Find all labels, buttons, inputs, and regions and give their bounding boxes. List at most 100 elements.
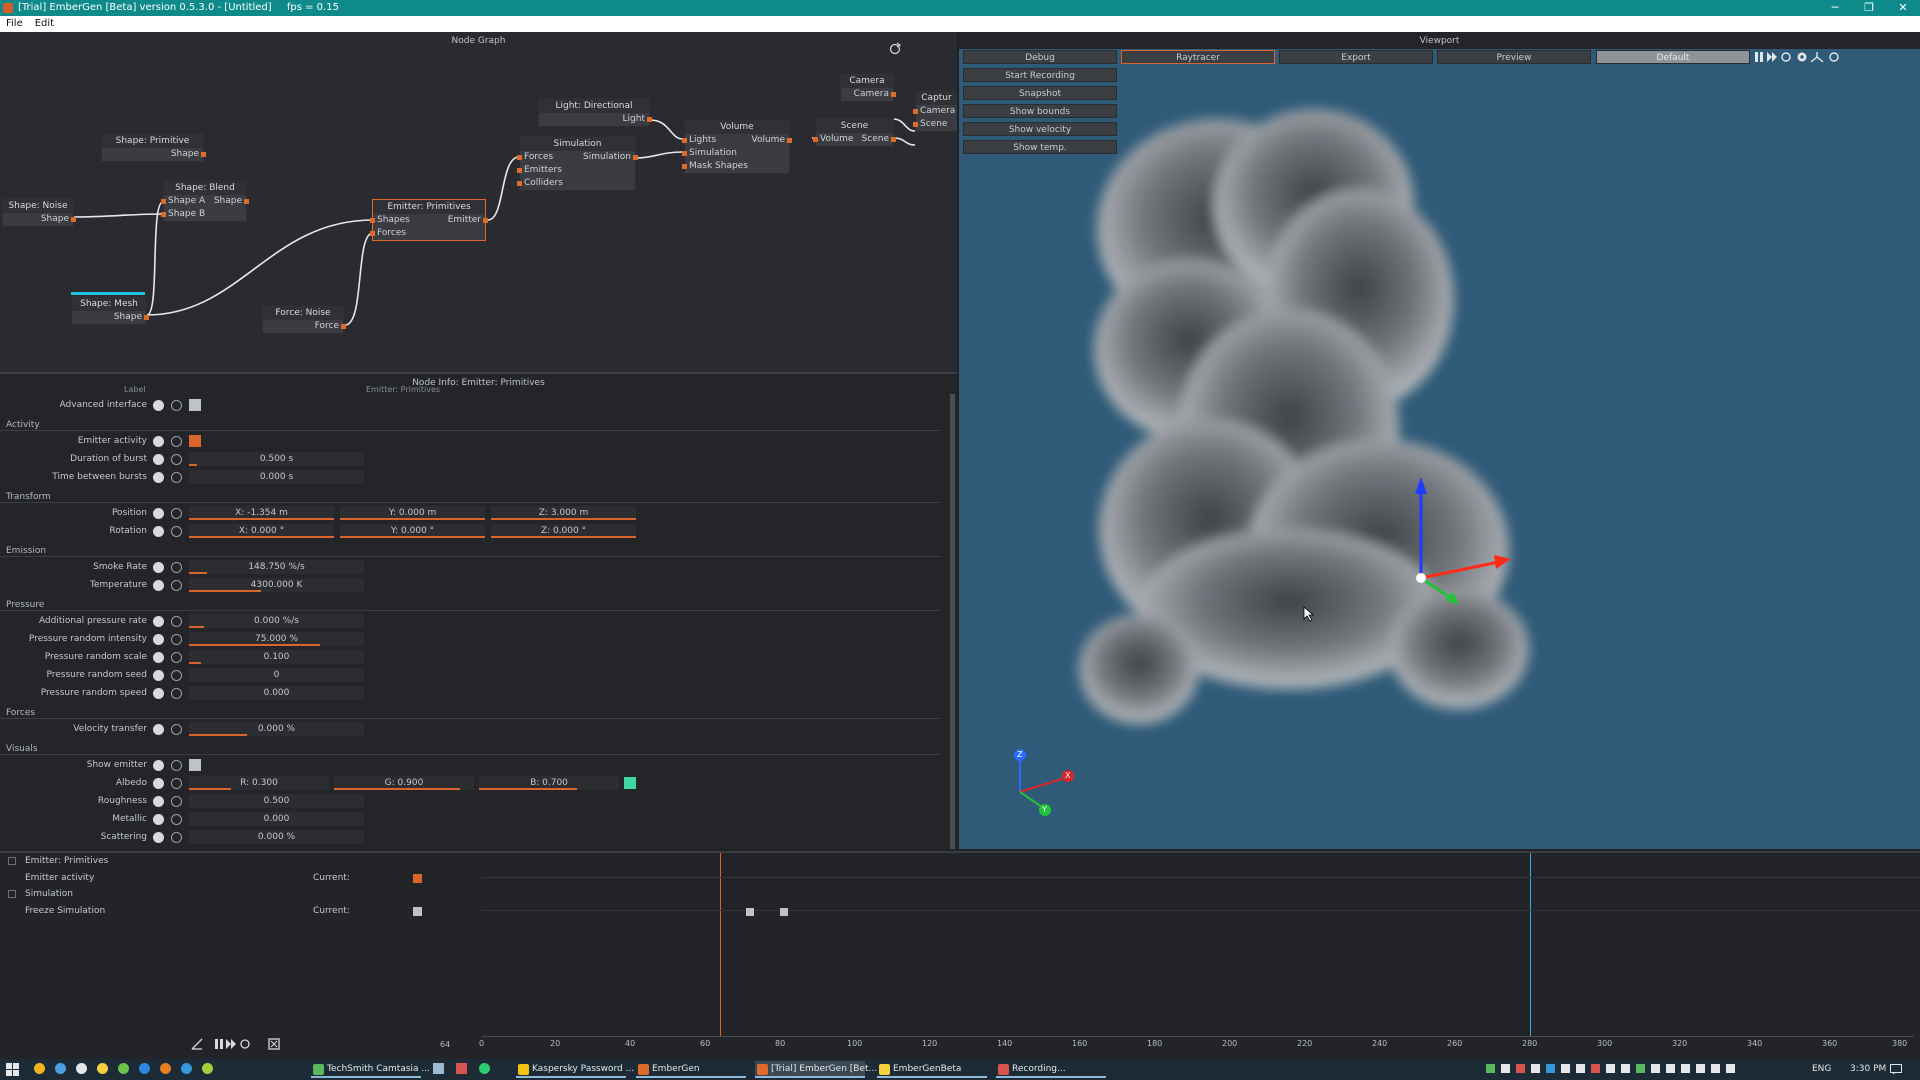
taskbar-recording[interactable]: Recording... [996, 1061, 1106, 1078]
step-forward-icon[interactable] [1767, 52, 1777, 62]
viewport-panel[interactable]: Viewport Z X Y [959, 32, 1920, 849]
collapse-toggle[interactable] [8, 857, 16, 865]
menu-file[interactable]: File [0, 18, 29, 29]
tray-icon[interactable] [1681, 1064, 1690, 1073]
tray-icon[interactable] [1486, 1064, 1495, 1073]
reset-icon[interactable] [171, 832, 182, 843]
show-temp-button[interactable]: Show temp. [963, 140, 1117, 154]
tray-icon[interactable] [1576, 1064, 1585, 1073]
pause-icon[interactable] [215, 1039, 223, 1049]
keyframe[interactable] [780, 908, 788, 916]
scattering-field[interactable]: 0.000 % [189, 830, 364, 844]
reset-view-icon[interactable] [1829, 52, 1839, 62]
menu-icon[interactable] [153, 778, 164, 789]
menu-icon[interactable] [153, 562, 164, 573]
menu-icon[interactable] [153, 724, 164, 735]
taskbar-embergen[interactable]: EmberGen [636, 1061, 746, 1078]
reset-icon[interactable] [171, 436, 182, 447]
menu-icon[interactable] [153, 670, 164, 681]
edge-icon[interactable] [181, 1063, 192, 1074]
snapshot-button[interactable]: Snapshot [963, 86, 1117, 100]
reset-icon[interactable] [171, 400, 182, 411]
steam-icon[interactable] [433, 1063, 444, 1074]
browser-icon[interactable] [55, 1063, 66, 1074]
reset-icon[interactable] [171, 508, 182, 519]
timeline-ruler[interactable]: 0 20 40 60 80 100 120 140 160 180 200 22… [479, 1036, 1914, 1056]
show-velocity-button[interactable]: Show velocity [963, 122, 1117, 136]
position-y-field[interactable]: Y: 0.000 m [340, 506, 485, 520]
frame-icon[interactable] [268, 1038, 280, 1050]
output-port[interactable] [647, 117, 652, 122]
output-port[interactable] [244, 199, 249, 204]
app-icon[interactable] [139, 1063, 150, 1074]
node-capture[interactable]: Captur Camera Scene [913, 90, 957, 132]
axes-icon[interactable] [1810, 52, 1824, 63]
time-between-field[interactable]: 0.000 s [189, 470, 364, 484]
pressure-scale-field[interactable]: 0.100 [189, 650, 364, 664]
pressure-speed-field[interactable]: 0.000 [189, 686, 364, 700]
reset-icon[interactable] [171, 580, 182, 591]
scrollbar[interactable] [950, 394, 955, 849]
node-shape-mesh[interactable]: Shape: Mesh Shape [71, 296, 149, 325]
language-indicator[interactable]: ENG [1812, 1059, 1831, 1080]
node-simulation[interactable]: Simulation Forces Simulation Emitters Col… [517, 136, 638, 191]
taskbar-embergenbeta[interactable]: EmberGenBeta [877, 1061, 987, 1078]
node-shape-blend[interactable]: Shape: Blend Shape A Shape Shape B [161, 180, 249, 222]
pressure-intensity-field[interactable]: 75.000 % [189, 632, 364, 646]
reset-icon[interactable] [171, 652, 182, 663]
tray-icon[interactable] [1651, 1064, 1660, 1073]
keyframe[interactable] [746, 908, 754, 916]
input-port[interactable] [161, 199, 166, 204]
app-icon[interactable] [34, 1063, 45, 1074]
taskbar-kaspersky[interactable]: Kaspersky Password ... [516, 1061, 634, 1078]
loop-icon[interactable] [1781, 52, 1791, 62]
menu-icon[interactable] [153, 688, 164, 699]
tab-raytracer[interactable]: Raytracer [1121, 50, 1275, 64]
taskbar-camtasia[interactable]: TechSmith Camtasia ... [311, 1061, 430, 1078]
node-force-noise[interactable]: Force: Noise Force [262, 305, 346, 334]
node-graph-panel[interactable]: Node Graph Shape: Primitive Shape Shape:… [0, 32, 957, 372]
bluetooth-icon[interactable] [1546, 1064, 1555, 1073]
timeline-panel[interactable]: Emitter: Primitives Emitter activity Cur… [0, 851, 1920, 1059]
output-port[interactable] [341, 324, 346, 329]
app-icon[interactable] [97, 1063, 108, 1074]
reset-icon[interactable] [171, 526, 182, 537]
node-scene[interactable]: Scene Volume Scene [813, 118, 896, 147]
output-port[interactable] [787, 138, 792, 143]
output-port[interactable] [144, 315, 149, 320]
reset-icon[interactable] [171, 814, 182, 825]
tray-icon[interactable] [1501, 1064, 1510, 1073]
input-port[interactable] [813, 137, 818, 142]
gear-icon[interactable] [1797, 52, 1807, 62]
end-marker[interactable] [1530, 853, 1531, 1037]
app-icon[interactable] [160, 1063, 171, 1074]
output-port[interactable] [71, 217, 76, 222]
menu-icon[interactable] [153, 454, 164, 465]
keyframe-icon[interactable] [153, 436, 164, 447]
metallic-field[interactable]: 0.000 [189, 812, 364, 826]
menu-icon[interactable] [153, 796, 164, 807]
node-shape-primitive[interactable]: Shape: Primitive Shape [101, 133, 206, 162]
input-port[interactable] [370, 231, 375, 236]
position-x-field[interactable]: X: -1.354 m [189, 506, 334, 520]
pause-icon[interactable] [1755, 52, 1763, 62]
menu-icon[interactable] [153, 472, 164, 483]
node-emitter-primitives[interactable]: Emitter: Primitives Shapes Emitter Forces [370, 199, 488, 241]
tab-default[interactable]: Default [1596, 50, 1750, 64]
tab-debug[interactable]: Debug [963, 50, 1117, 64]
input-port[interactable] [370, 218, 375, 223]
tray-icon[interactable] [1531, 1064, 1540, 1073]
reset-icon[interactable] [171, 796, 182, 807]
input-port[interactable] [517, 181, 522, 186]
output-port[interactable] [483, 218, 488, 223]
rotation-z-field[interactable]: Z: 0.000 ° [491, 524, 636, 538]
advanced-checkbox[interactable] [189, 399, 201, 411]
output-port[interactable] [201, 152, 206, 157]
menu-edit[interactable]: Edit [29, 18, 60, 29]
temperature-field[interactable]: 4300.000 K [189, 578, 364, 592]
menu-icon[interactable] [153, 580, 164, 591]
menu-icon[interactable] [153, 400, 164, 411]
node-light-directional[interactable]: Light: Directional Light [538, 98, 652, 127]
albedo-g-field[interactable]: G: 0.900 [334, 776, 474, 790]
tray-icon[interactable] [1561, 1064, 1570, 1073]
